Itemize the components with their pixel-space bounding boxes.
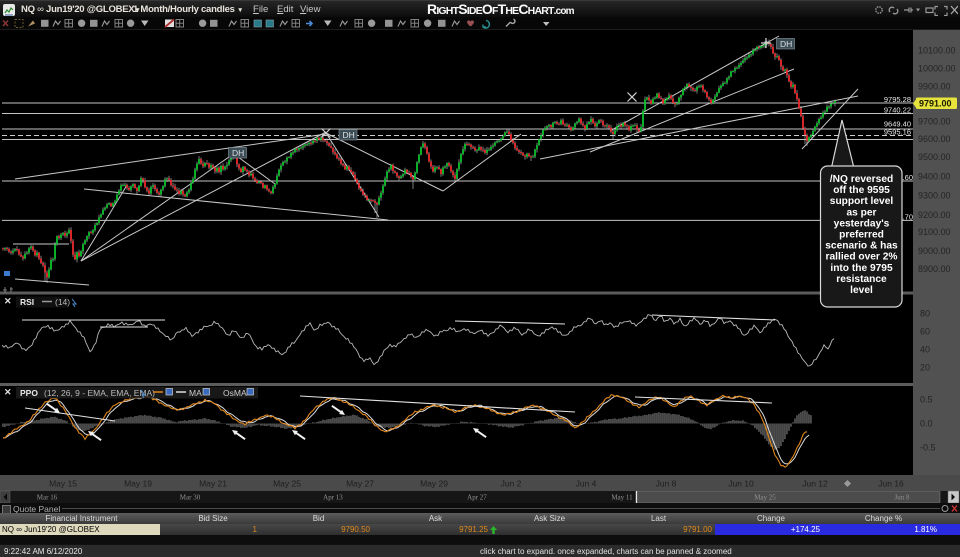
svg-text:Jun 8: Jun 8 [895, 494, 910, 502]
svg-text:9740.22: 9740.22 [884, 106, 911, 115]
svg-text:yesterday's: yesterday's [834, 218, 890, 229]
svg-text:May 21: May 21 [199, 479, 227, 489]
svg-text:May 25: May 25 [754, 494, 776, 502]
svg-text:80: 80 [920, 309, 930, 319]
svg-text:Mar 30: Mar 30 [180, 494, 201, 502]
svg-text:Apr 27: Apr 27 [467, 494, 487, 502]
svg-text:.60: .60 [903, 173, 913, 182]
svg-text:OsMA: OsMA [223, 388, 247, 398]
svg-text:DH: DH [343, 130, 355, 140]
svg-text:Jun 2: Jun 2 [501, 479, 522, 489]
svg-text:off the 9595: off the 9595 [833, 185, 890, 196]
svg-text:May 27: May 27 [346, 479, 374, 489]
svg-text:9900.00: 9900.00 [918, 82, 951, 92]
svg-text:scenario & has: scenario & has [825, 241, 898, 252]
svg-text:(14): (14) [55, 297, 70, 307]
svg-text:Jun 8: Jun 8 [656, 479, 677, 489]
svg-text:10000.00: 10000.00 [918, 64, 956, 74]
svg-text:Apr 13: Apr 13 [323, 494, 343, 502]
svg-text:Jun 4: Jun 4 [576, 479, 597, 489]
svg-text:into the 9795: into the 9795 [830, 263, 893, 274]
svg-text:preferred: preferred [839, 230, 884, 241]
svg-text:9600.00: 9600.00 [918, 134, 951, 144]
svg-text:Jun 10: Jun 10 [728, 479, 754, 489]
svg-text:9300.00: 9300.00 [918, 191, 951, 201]
svg-text:support level: support level [830, 196, 894, 207]
svg-text:/NQ reversed: /NQ reversed [830, 174, 893, 185]
svg-text:as per: as per [846, 207, 876, 218]
svg-text:May 15: May 15 [49, 479, 77, 489]
svg-text:Jun 12: Jun 12 [802, 479, 828, 489]
svg-text:MA: MA [189, 388, 202, 398]
svg-text:resistance: resistance [836, 274, 887, 285]
svg-text:60: 60 [920, 327, 930, 337]
svg-text:9791.00: 9791.00 [919, 99, 952, 109]
svg-text:DH: DH [780, 39, 792, 49]
svg-text:(12, 26, 9 - EMA, EMA, EMA): (12, 26, 9 - EMA, EMA, EMA) [44, 388, 155, 398]
svg-text:RSI: RSI [20, 297, 34, 307]
svg-text:DH: DH [232, 148, 244, 158]
svg-text:.70: .70 [903, 213, 913, 222]
svg-text:✕: ✕ [4, 387, 12, 397]
svg-text:10100.00: 10100.00 [918, 46, 956, 56]
svg-text:9200.00: 9200.00 [918, 210, 951, 220]
svg-text:9795.28: 9795.28 [884, 95, 911, 104]
svg-text:✕: ✕ [4, 296, 12, 306]
svg-text:level: level [850, 285, 873, 296]
svg-text:9100.00: 9100.00 [918, 227, 951, 237]
svg-text:9400.00: 9400.00 [918, 172, 951, 182]
svg-text:20: 20 [920, 363, 930, 373]
svg-text:0.5: 0.5 [920, 395, 933, 405]
svg-text:9500.00: 9500.00 [918, 152, 951, 162]
svg-text:40: 40 [920, 345, 930, 355]
svg-text:May 19: May 19 [124, 479, 152, 489]
svg-text:PPO: PPO [20, 388, 38, 398]
svg-text:-0.5: -0.5 [920, 443, 936, 453]
svg-text:rallied over 2%: rallied over 2% [826, 252, 898, 263]
svg-text:0.0: 0.0 [920, 419, 933, 429]
svg-text:May 11: May 11 [611, 494, 633, 502]
svg-text:9700.00: 9700.00 [918, 117, 951, 127]
svg-text:9595.16: 9595.16 [884, 128, 911, 137]
svg-text:May 25: May 25 [273, 479, 301, 489]
svg-text:Jun 16: Jun 16 [878, 479, 904, 489]
svg-text:Mar 16: Mar 16 [37, 494, 58, 502]
svg-text:8900.00: 8900.00 [918, 264, 951, 274]
svg-text:9000.00: 9000.00 [918, 246, 951, 256]
svg-text:May 29: May 29 [420, 479, 448, 489]
